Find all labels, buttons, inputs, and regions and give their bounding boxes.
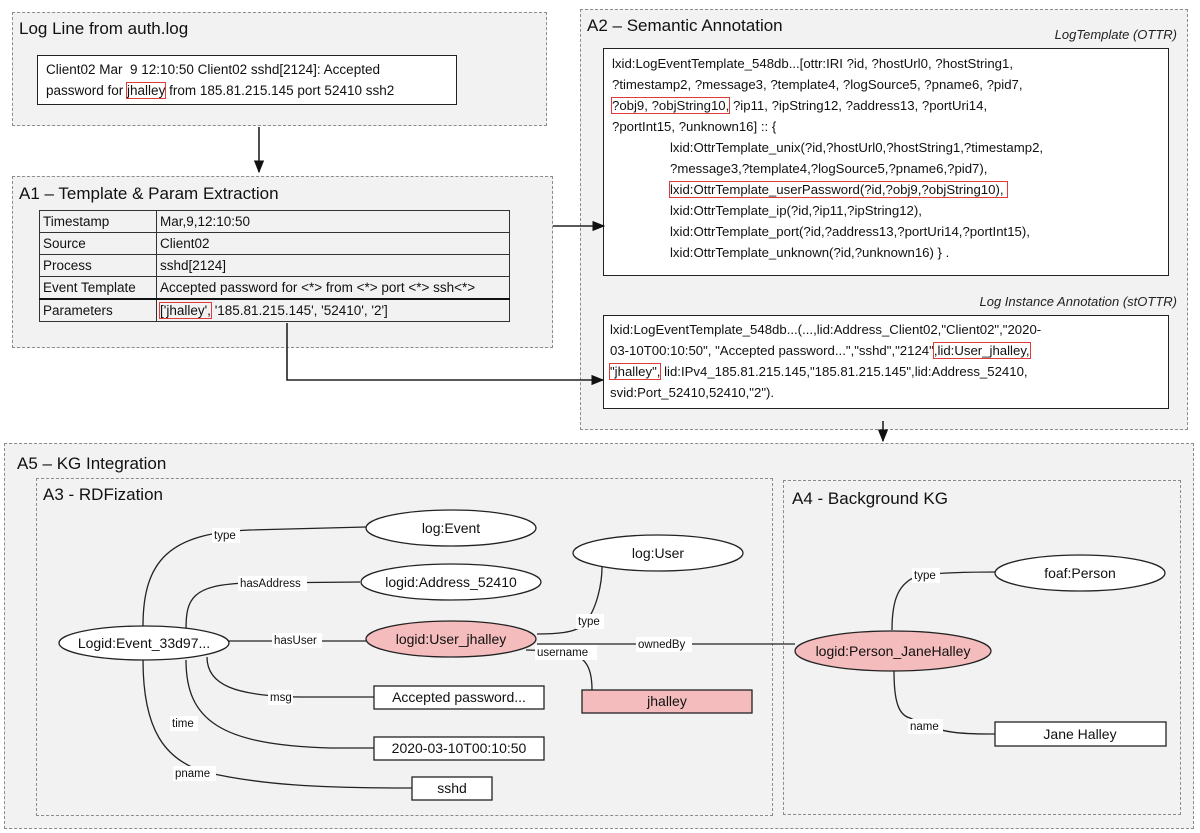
node-msg-literal[interactable]: Accepted password...	[373, 685, 545, 710]
node-time-literal[interactable]: 2020-03-10T00:10:50	[373, 736, 545, 761]
node-event-label: Logid:Event_33d97...	[78, 635, 210, 651]
node-event[interactable]: Logid:Event_33d97...	[58, 625, 230, 661]
node-username-label: jhalley	[646, 693, 687, 709]
diagram-graph: type hasAddress hasUser msg time pname t…	[58, 127, 1167, 801]
edge-label-person-name: name	[910, 721, 939, 733]
node-log-event-label: log:Event	[422, 520, 480, 536]
node-name-label: Jane Halley	[1043, 726, 1116, 742]
edge-label-person-type: type	[914, 570, 936, 582]
node-pname-label: sshd	[437, 780, 467, 796]
node-address[interactable]: logid:Address_52410	[360, 563, 542, 601]
node-time-label: 2020-03-10T00:10:50	[392, 740, 527, 756]
node-foaf-person[interactable]: foaf:Person	[994, 554, 1166, 592]
edge-person-type	[891, 571, 996, 631]
node-person[interactable]: logid:Person_JaneHalley	[794, 630, 992, 672]
arrow-params-to-instance	[286, 323, 605, 386]
node-pname-literal[interactable]: sshd	[411, 776, 493, 801]
edge-label-hasuser: hasUser	[274, 635, 317, 647]
edge-label-type: type	[214, 530, 236, 542]
edge-label-time: time	[172, 718, 194, 730]
node-person-label: logid:Person_JaneHalley	[816, 643, 971, 659]
node-msg-label: Accepted password...	[392, 689, 526, 705]
node-address-label: logid:Address_52410	[385, 574, 517, 590]
node-log-event[interactable]: log:Event	[365, 509, 537, 547]
node-foaf-person-label: foaf:Person	[1044, 565, 1116, 581]
node-log-user-label: log:User	[632, 545, 684, 561]
node-user[interactable]: logid:User_jhalley	[365, 620, 537, 658]
edge-label-ownedby: ownedBy	[638, 639, 686, 651]
node-user-label: logid:User_jhalley	[396, 631, 507, 647]
edge-label-pname: pname	[175, 768, 210, 780]
edge-label-username: username	[537, 647, 588, 659]
edge-label-hasaddress: hasAddress	[240, 578, 301, 590]
node-log-user[interactable]: log:User	[572, 534, 744, 572]
edge-label-user-type: type	[578, 616, 600, 628]
node-name-literal[interactable]: Jane Halley	[994, 721, 1167, 747]
edge-label-msg: msg	[270, 692, 292, 704]
node-username-literal[interactable]: jhalley	[581, 689, 753, 714]
